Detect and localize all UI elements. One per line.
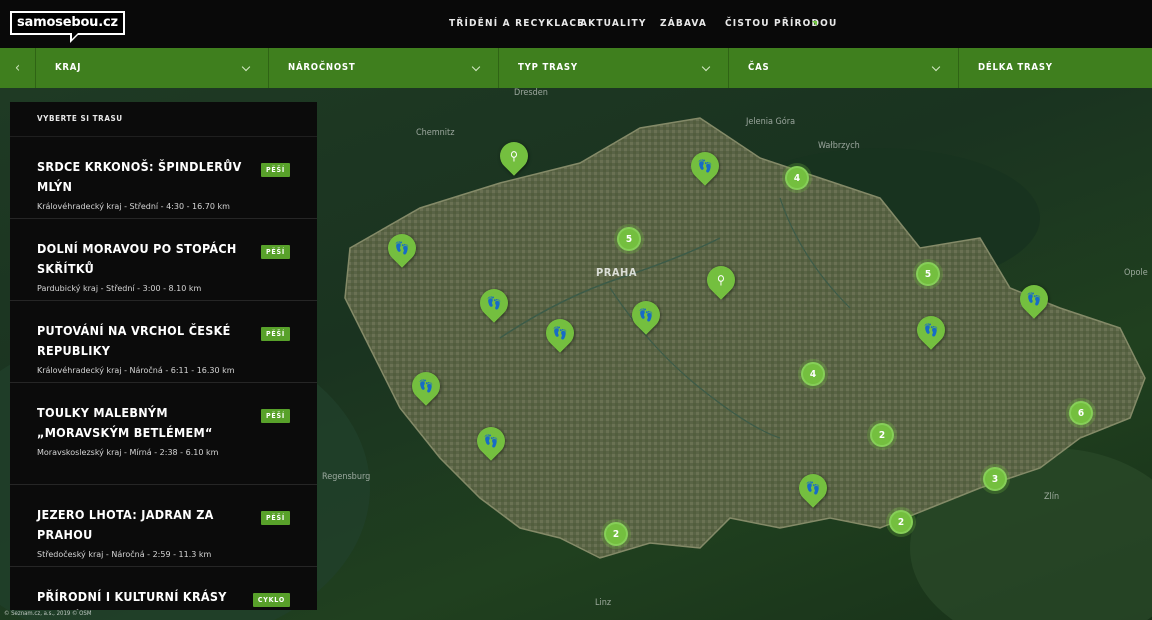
filter-label: ČAS [748, 62, 770, 73]
route-title: TOULKY MALEBNÝM „MORAVSKÝM BETLÉMEM“ [37, 405, 213, 440]
route-title: PUTOVÁNÍ NA VRCHOL ČESKÉ REPUBLIKY [37, 323, 231, 358]
map-place-label: Linz [595, 598, 612, 608]
footprints-icon[interactable]: 👣 [474, 283, 514, 323]
route-item[interactable]: SRDCE KRKONOŠ: ŠPINDLERŮV MLÝN Královéhr… [10, 137, 317, 219]
chevron-down-icon [471, 62, 481, 72]
map-capital-label: PRAHA [596, 266, 637, 279]
footprints-icon[interactable]: 👣 [382, 228, 422, 268]
marker-cluster[interactable]: 4 [801, 362, 825, 386]
route-type-badge: PĚŠÍ [261, 409, 290, 423]
route-item[interactable]: TOULKY MALEBNÝM „MORAVSKÝM BETLÉMEM“ Mor… [10, 383, 317, 485]
site-logo[interactable]: samosebou.cz [10, 11, 125, 35]
footprints-icon[interactable]: 👣 [471, 421, 511, 461]
route-title: PŘÍRODNÍ I KULTURNÍ KRÁSY KUTNÉ [37, 589, 227, 610]
map-place-label: Regensburg [322, 472, 371, 482]
filter-time[interactable]: ČAS [729, 48, 959, 88]
footprints-icon[interactable]: 👣 [626, 295, 666, 335]
map-place-label: Wałbrzych [818, 141, 860, 151]
route-type-badge: PĚŠÍ [261, 245, 290, 259]
filter-label: DÉLKA TRASY [978, 62, 1053, 73]
marker-cluster[interactable]: 3 [983, 467, 1007, 491]
route-item[interactable]: DOLNÍ MORAVOU PO STOPÁCH SKŘÍTKŮ Pardubi… [10, 219, 317, 301]
panel-heading: VYBERTE SI TRASU [10, 102, 317, 137]
marker-cluster[interactable]: 2 [604, 522, 628, 546]
route-type-badge: PĚŠÍ [261, 511, 290, 525]
footprints-icon[interactable]: 👣 [1014, 279, 1054, 319]
back-chevron-icon[interactable]: ‹ [0, 48, 36, 88]
marker-cluster[interactable]: 6 [1069, 401, 1093, 425]
nav-item-clean-nature[interactable]: ČISTOU PŘÍRODOU [725, 18, 838, 29]
marker-cluster[interactable]: 5 [617, 227, 641, 251]
footprints-icon[interactable]: 👣 [911, 310, 951, 350]
footprints-icon[interactable]: 👣 [540, 313, 580, 353]
footprints-icon[interactable]: 👣 [685, 146, 725, 186]
chevron-down-icon [701, 62, 711, 72]
map-place-label: Chemnitz [416, 128, 455, 138]
route-item[interactable]: PUTOVÁNÍ NA VRCHOL ČESKÉ REPUBLIKY Králo… [10, 301, 317, 383]
route-meta: Moravskoslezský kraj - Mírná - 2:38 - 6.… [37, 448, 219, 457]
footprints-icon[interactable]: 👣 [406, 366, 446, 406]
filter-region[interactable]: KRAJ [36, 48, 269, 88]
route-meta: Královéhradecký kraj - Náročná - 6:11 - … [37, 366, 235, 375]
marker-cluster[interactable]: 2 [889, 510, 913, 534]
nav-active-arrow-icon [812, 21, 817, 26]
route-title: SRDCE KRKONOŠ: ŠPINDLERŮV MLÝN [37, 159, 242, 194]
route-type-badge: PĚŠÍ [261, 327, 290, 341]
chevron-down-icon [931, 62, 941, 72]
route-title: DOLNÍ MORAVOU PO STOPÁCH SKŘÍTKŮ [37, 241, 237, 276]
filter-label: KRAJ [55, 62, 82, 73]
filter-route-type[interactable]: TYP TRASY [499, 48, 729, 88]
nav-item-recycling[interactable]: TŘÍDĚNÍ A RECYKLACE [449, 18, 585, 29]
top-navigation: samosebou.cz TŘÍDĚNÍ A RECYKLACE AKTUALI… [0, 0, 1152, 48]
route-item[interactable]: PŘÍRODNÍ I KULTURNÍ KRÁSY KUTNÉ CYKLO [10, 567, 317, 610]
route-meta: Královéhradecký kraj - Střední - 4:30 - … [37, 202, 230, 211]
filter-label: TYP TRASY [518, 62, 578, 73]
route-meta: Středočeský kraj - Náročná - 2:59 - 11.3… [37, 550, 212, 559]
footprints-icon[interactable]: 👣 [793, 468, 833, 508]
marker-cluster[interactable]: 5 [916, 262, 940, 286]
marker-cluster[interactable]: 2 [870, 423, 894, 447]
nav-item-news[interactable]: AKTUALITY [580, 18, 647, 29]
chevron-down-icon [241, 62, 251, 72]
route-item[interactable]: JEZERO LHOTA: JADRAN ZA PRAHOU Středočes… [10, 485, 317, 567]
bike-icon[interactable]: ⚲ [701, 260, 741, 300]
route-meta: Pardubický kraj - Střední - 3:00 - 8.10 … [37, 284, 202, 293]
nav-item-fun[interactable]: ZÁBAVA [660, 18, 707, 29]
map-place-label: Zlín [1044, 492, 1060, 502]
map-place-label: Jelenia Góra [746, 117, 796, 127]
map-place-label: Dresden [514, 88, 548, 98]
map-place-label: Opole [1124, 268, 1148, 278]
route-type-badge: PĚŠÍ [261, 163, 290, 177]
filter-label: NÁROČNOST [288, 62, 356, 73]
route-type-badge: CYKLO [252, 593, 290, 607]
filter-bar: ‹ KRAJ NÁROČNOST TYP TRASY ČAS DÉLKA TRA… [0, 48, 1152, 88]
filter-difficulty[interactable]: NÁROČNOST [269, 48, 499, 88]
route-title: JEZERO LHOTA: JADRAN ZA PRAHOU [37, 507, 214, 542]
bike-icon[interactable]: ⚲ [494, 136, 534, 176]
filter-length[interactable]: DÉLKA TRASY [959, 48, 1152, 88]
route-list-panel: VYBERTE SI TRASU SRDCE KRKONOŠ: ŠPINDLER… [10, 102, 317, 610]
marker-cluster[interactable]: 4 [785, 166, 809, 190]
map-copyright: © Seznam.cz, a.s., 2019 © OSM [4, 610, 92, 617]
